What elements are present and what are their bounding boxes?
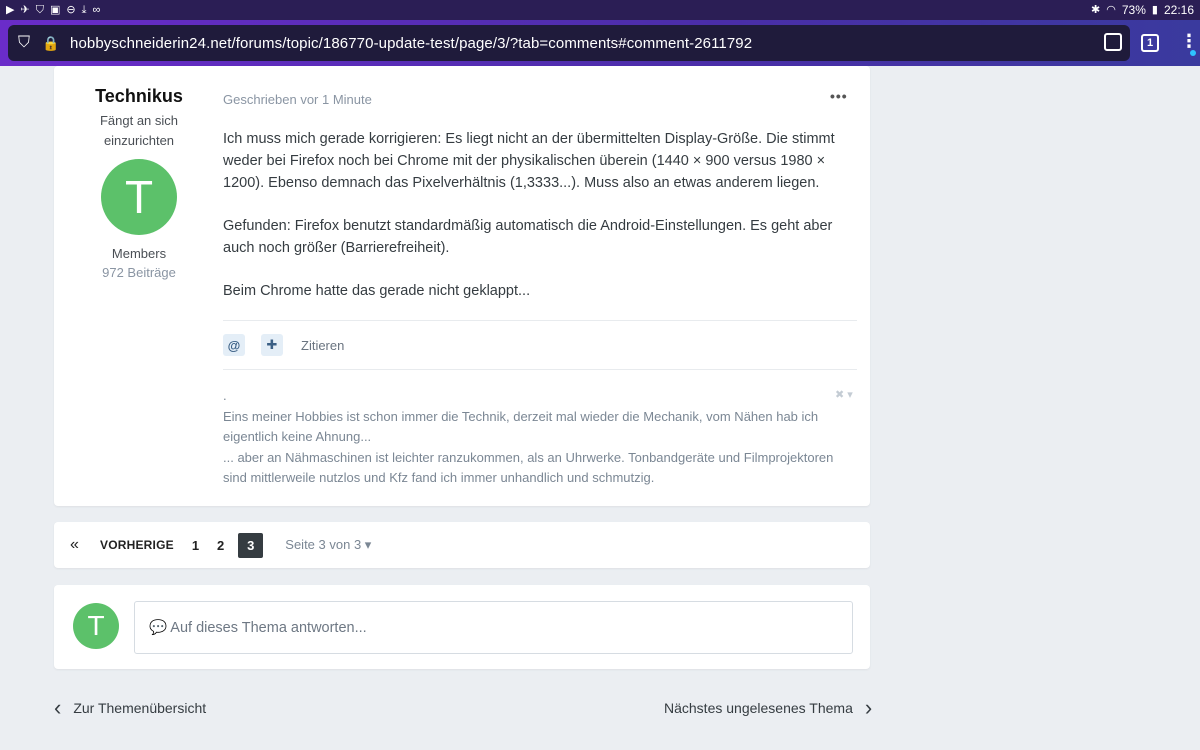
previous-page-button[interactable]: VORHERIGE [100,538,174,552]
next-unread-label[interactable]: Nächstes ungelesenes Thema [664,700,853,716]
author-rank: Fängt an sich einzurichten [99,113,179,148]
post-paragraph: Gefunden: Firefox benutzt standardmäßig … [223,218,833,256]
download-icon: ⤓ [81,3,87,16]
clock: 22:16 [1163,3,1194,17]
post-paragraph: Ich muss mich gerade korrigieren: Es lie… [223,131,835,191]
current-page[interactable]: 3 [238,532,264,558]
post-actions: @ ✚ Zitieren [223,320,857,370]
chevron-left-icon: ‹ [54,695,62,720]
post-card: Technikus Fängt an sich einzurichten T M… [54,66,870,506]
menu-notification-dot [1190,50,1196,56]
reply-input[interactable]: 💬 Auf dieses Thema antworten... [134,601,853,654]
tracking-protection-icon[interactable]: ⛉ [8,34,40,52]
status-bar: ▶ ✈ ⛉ ▣ ⊖ ⤓ ∞ ✱ ◠ 73% ▮ 22:16 [0,0,1200,20]
chevron-right-icon: › [864,695,873,720]
reader-mode-icon[interactable] [1104,33,1122,51]
lock-icon[interactable]: 🔒 [40,35,62,52]
infinity-icon: ∞ [92,3,101,16]
author-panel: Technikus Fängt an sich einzurichten T M… [74,86,204,280]
page-link-2[interactable]: 2 [217,538,224,553]
post-paragraph: Beim Chrome hatte das gerade nicht gekla… [223,283,531,299]
back-to-topics-label[interactable]: Zur Themenübersicht [73,700,206,716]
next-unread-topic-link[interactable]: Nächstes ungelesenes Thema › [664,695,873,720]
battery-icon: ▮ [1151,3,1158,16]
status-icons-left: ▶ ✈ ⛉ ▣ ⊖ ⤓ ∞ [6,3,101,16]
bluetooth-icon: ✱ [1091,3,1101,16]
user-avatar[interactable]: T [73,603,119,649]
telegram-icon: ✈ [20,3,30,16]
first-page-icon[interactable]: « [70,536,94,554]
signature-line: . [223,388,227,403]
post-meta[interactable]: Geschrieben vor 1 Minute [223,92,372,107]
browser-menu-icon[interactable]: ⋮ [1180,31,1198,52]
page-link-1[interactable]: 1 [192,538,199,553]
back-to-topics-link[interactable]: ‹ Zur Themenübersicht [54,695,206,720]
signature-line: Eins meiner Hobbies ist schon immer die … [223,408,819,445]
quote-button[interactable]: Zitieren [301,338,344,353]
multiquote-button[interactable]: ✚ [261,334,283,356]
wifi-icon: ◠ [1106,3,1116,16]
reply-box: T 💬 Auf dieses Thema antworten... [54,585,870,669]
post-content: Ich muss mich gerade korrigieren: Es lie… [223,128,853,323]
url-bar[interactable]: ⛉ 🔒 hobbyschneiderin24.net/forums/topic/… [8,25,1130,61]
author-post-count: 972 Beiträge [102,265,176,280]
tab-count-button[interactable]: 1 [1141,34,1159,52]
signature: . Eins meiner Hobbies ist schon immer di… [223,386,835,489]
author-avatar[interactable]: T [101,159,177,235]
author-name[interactable]: Technikus [74,86,204,107]
mention-button[interactable]: @ [223,334,245,356]
pagination: « VORHERIGE 1 2 3 Seite 3 von 3 ▾ [54,522,870,568]
battery-level: 73% [1121,3,1146,17]
author-group: Members [111,246,167,261]
browser-toolbar: ⛉ 🔒 hobbyschneiderin24.net/forums/topic/… [0,20,1200,66]
hide-signature-icon[interactable]: ✖ ▾ [835,388,853,401]
minus-circle-icon: ⊖ [66,3,76,16]
play-icon: ▶ [6,3,15,16]
image-icon: ▣ [49,3,61,16]
signature-line: ... aber an Nähmaschinen ist leichter ra… [223,449,834,486]
more-options-icon[interactable]: ••• [830,88,848,104]
shield-icon: ⛉ [35,3,44,16]
page-jump-dropdown[interactable]: Seite 3 von 3 ▾ [285,537,371,553]
status-icons-right: ✱ ◠ 73% ▮ 22:16 [1091,3,1194,17]
url-text[interactable]: hobbyschneiderin24.net/forums/topic/1867… [70,35,752,52]
